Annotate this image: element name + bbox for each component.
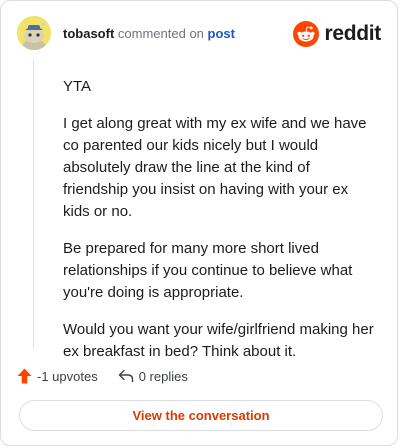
post-link[interactable]: post [208, 26, 235, 41]
comment-paragraph: I get along great with my ex wife and we… [63, 115, 367, 220]
replies-button[interactable]: 0 replies [118, 369, 188, 384]
thread-line [33, 59, 34, 349]
comment-body: YTA I get along great with my ex wife an… [63, 76, 375, 378]
comment-header: tobasoft commented on post [63, 26, 235, 42]
comment-actions: -1 upvotes 0 replies [17, 366, 188, 386]
reply-arrow-icon [118, 369, 133, 383]
avatar[interactable] [17, 16, 51, 50]
comment-paragraph: YTA [63, 78, 92, 95]
snoo-avatar-icon [17, 16, 51, 50]
comment-embed-card: tobasoft commented on post reddit YTA I … [0, 0, 398, 446]
commented-on-text: commented on [117, 26, 204, 41]
reddit-wordmark: reddit [324, 22, 381, 45]
upvote-arrow-icon [17, 368, 32, 384]
upvote-button[interactable]: -1 upvotes [17, 368, 98, 384]
comment-paragraph: Would you want your wife/girlfriend maki… [63, 321, 374, 360]
reddit-logo[interactable]: reddit [293, 20, 381, 48]
upvote-count: -1 upvotes [37, 368, 98, 384]
reddit-snoo-icon [293, 21, 320, 47]
comment-paragraph: Be prepared for many more short lived re… [63, 240, 353, 301]
view-conversation-button[interactable]: View the conversation [19, 400, 383, 431]
replies-count: 0 replies [138, 368, 188, 384]
username-link[interactable]: tobasoft [63, 26, 114, 41]
